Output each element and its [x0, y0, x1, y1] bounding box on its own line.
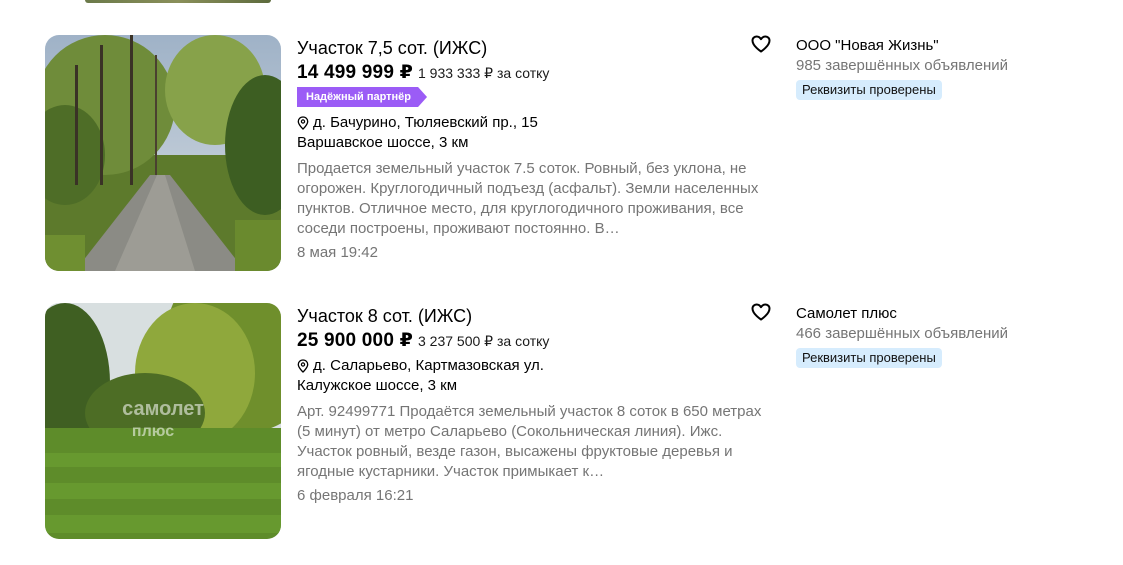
favorite-button[interactable] — [751, 35, 771, 53]
listing-card[interactable]: Участок 7,5 сот. (ИЖС) 14 499 999 ₽ 1 93… — [45, 35, 1105, 271]
listing-title[interactable]: Участок 8 сот. (ИЖС) — [297, 304, 767, 328]
seller-completed-count: 985 завершённых объявлений — [796, 57, 1008, 74]
photo-watermark-line1: самолет — [122, 398, 204, 420]
heart-outline-icon — [751, 303, 771, 321]
listing-price: 14 499 999 ₽ — [297, 62, 413, 83]
listing-photo[interactable] — [45, 35, 281, 271]
listing-address: д. Бачурино, Тюляевский пр., 15 — [313, 114, 538, 131]
listing-highway-distance: Варшавское шоссе, 3 км — [297, 134, 469, 151]
heart-outline-icon — [751, 35, 771, 53]
reliable-partner-badge: Надёжный партнёр — [297, 87, 427, 107]
seller-name[interactable]: ООО "Новая Жизнь" — [796, 36, 1096, 56]
listing-highway-distance: Калужское шоссе, 3 км — [297, 377, 458, 394]
map-pin-icon — [297, 359, 309, 373]
verified-badge: Реквизиты проверены — [796, 80, 942, 100]
favorite-button[interactable] — [751, 303, 771, 321]
listing-description: Продается земельный участок 7.5 соток. Р… — [297, 160, 759, 237]
seller-name[interactable]: Самолет плюс — [796, 304, 1096, 324]
verified-badge: Реквизиты проверены — [796, 348, 942, 368]
listing-date: 6 февраля 16:21 — [297, 487, 414, 504]
listing-address: д. Саларьево, Картмазовская ул. — [313, 357, 544, 374]
previous-listing-photo-edge — [85, 0, 271, 3]
listing-title[interactable]: Участок 7,5 сот. (ИЖС) — [297, 36, 767, 60]
listing-date: 8 мая 19:42 — [297, 244, 378, 261]
price-per-unit: 3 237 500 ₽ за сотку — [418, 333, 550, 349]
listing-photo[interactable]: самолет плюс — [45, 303, 281, 539]
map-pin-icon — [297, 116, 309, 130]
photo-watermark-line2: плюс — [132, 423, 174, 440]
seller-completed-count: 466 завершённых объявлений — [796, 325, 1008, 342]
listing-card[interactable]: самолет плюс Участок 8 сот. (ИЖС) 25 900… — [45, 303, 1105, 539]
listing-description: Арт. 92499771 Продаётся земельный участо… — [297, 403, 762, 480]
price-per-unit: 1 933 333 ₽ за сотку — [418, 65, 550, 81]
listing-photo-image — [45, 35, 281, 271]
listing-price: 25 900 000 ₽ — [297, 330, 413, 351]
listing-photo-image: самолет плюс — [45, 303, 281, 539]
